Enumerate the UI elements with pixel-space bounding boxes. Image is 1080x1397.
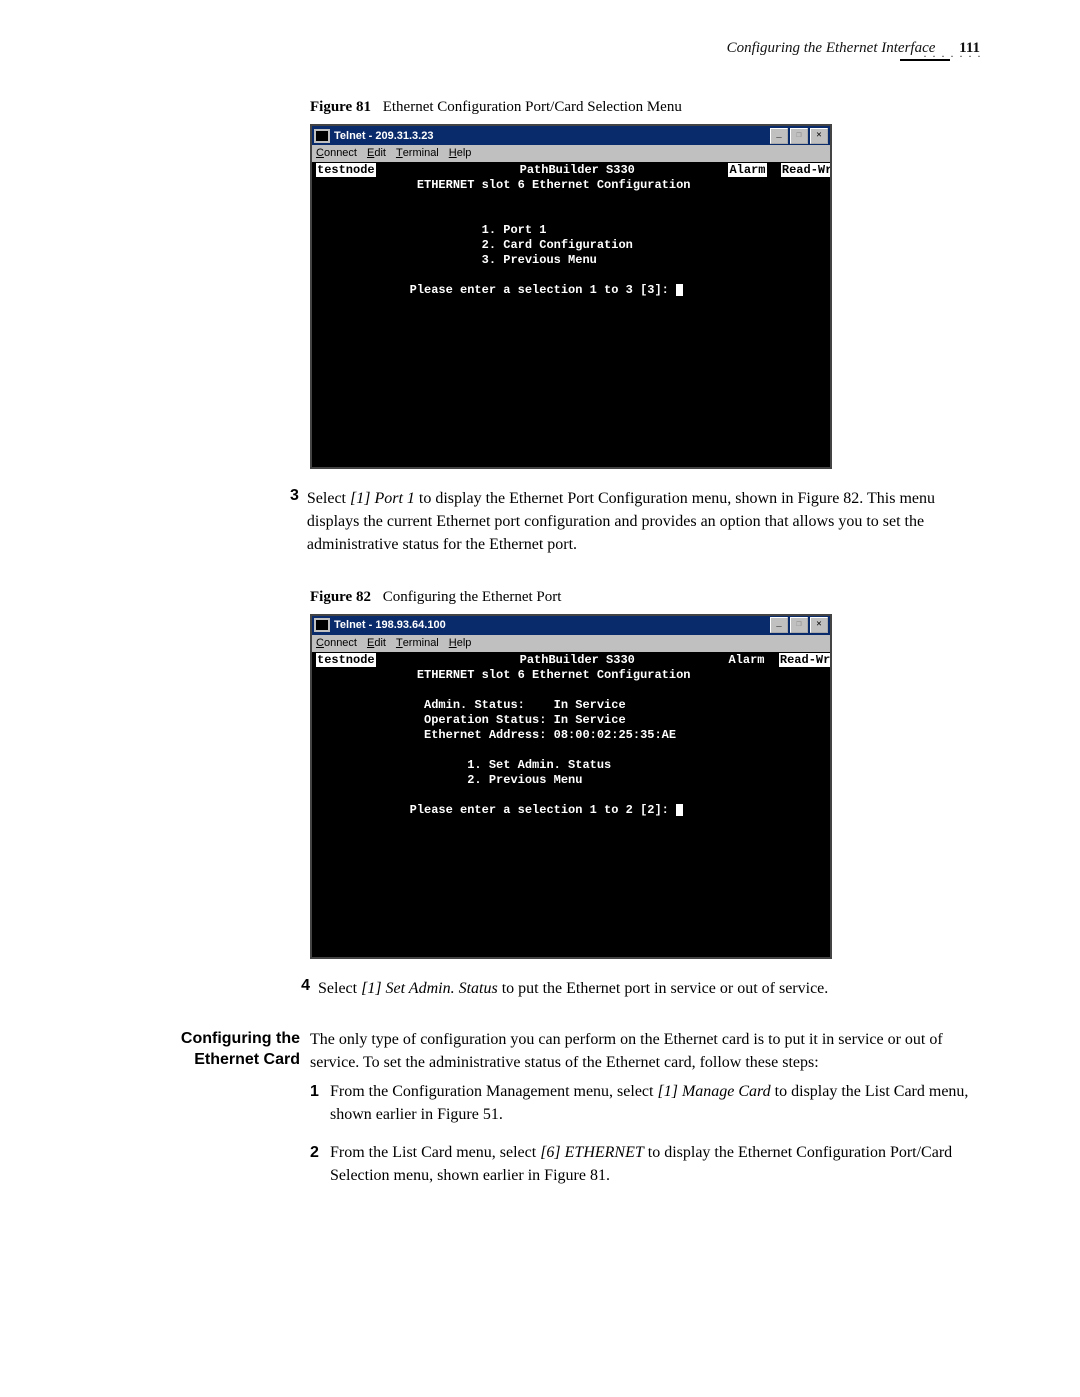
restore-button[interactable]: ❐: [790, 128, 808, 144]
sub1-option: [1] Manage Card: [657, 1083, 770, 1100]
mode-flag: Read-Write: [781, 163, 830, 177]
terminal-output[interactable]: testnode PathBuilder S330 Alarm Read-Wri…: [312, 162, 830, 467]
step-3: 3 Select [1] Port 1 to display the Ether…: [290, 487, 980, 567]
minimize-button[interactable]: _: [770, 617, 788, 633]
status-eth-addr: Ethernet Address: 08:00:02:25:35:AE: [424, 728, 676, 742]
menu-help[interactable]: Help: [449, 147, 472, 159]
section-configuring-ethernet-card: Configuring the Ethernet Card The only t…: [170, 1028, 980, 1195]
terminal-output[interactable]: testnode PathBuilder S330 Alarm Read-Wri…: [312, 652, 830, 957]
menu-connect[interactable]: Connect: [316, 147, 357, 159]
close-button[interactable]: ✕: [810, 128, 828, 144]
menu-connect[interactable]: Connect: [316, 637, 357, 649]
minimize-button[interactable]: _: [770, 128, 788, 144]
menubar[interactable]: Connect Edit Terminal Help: [312, 145, 830, 162]
step-text: Select [1] Port 1 to display the Etherne…: [307, 487, 980, 557]
menu-terminal[interactable]: Terminal: [396, 637, 439, 649]
step-4: 4 Select [1] Set Admin. Status to put th…: [290, 977, 980, 1010]
context-line: ETHERNET slot 6 Ethernet Configuration: [417, 668, 691, 682]
figure81-telnet-window: Telnet - 209.31.3.23 _ ❐ ✕ Connect Edit …: [310, 124, 832, 469]
menu-item-1: 1. Set Admin. Status: [467, 758, 611, 772]
menu-help[interactable]: Help: [449, 637, 472, 649]
titlebar-text: Telnet - 209.31.3.23: [334, 130, 768, 142]
header-dotted-icon: · · · · · · ·: [923, 49, 982, 64]
node-name: testnode: [316, 653, 376, 667]
system-menu-icon[interactable]: [314, 618, 330, 632]
figure82-caption-text: Configuring the Ethernet Port: [383, 589, 562, 605]
page-header: Configuring the Ethernet Interface 111 ·…: [170, 40, 980, 77]
menubar[interactable]: Connect Edit Terminal Help: [312, 635, 830, 652]
alarm-flag: Alarm: [728, 653, 764, 667]
figure82-caption: Figure 82 Configuring the Ethernet Port: [310, 589, 980, 606]
sub2-option: [6] ETHERNET: [540, 1144, 644, 1161]
header-section-title: Configuring the Ethernet Interface: [727, 40, 936, 56]
product-name: PathBuilder S330: [520, 163, 635, 177]
prompt: Please enter a selection 1 to 2 [2]:: [410, 803, 676, 817]
status-admin: Admin. Status: In Service: [424, 698, 626, 712]
figure82-telnet-window: Telnet - 198.93.64.100 _ ❐ ✕ Connect Edi…: [310, 614, 832, 959]
substep-2: 2 From the List Card menu, select [6] ET…: [310, 1141, 980, 1195]
prompt: Please enter a selection 1 to 3 [3]:: [410, 283, 676, 297]
menu-edit[interactable]: Edit: [367, 637, 386, 649]
node-name: testnode: [316, 163, 376, 177]
header-rule: · · · · · · ·: [170, 59, 980, 77]
section-heading: Configuring the Ethernet Card: [170, 1028, 300, 1195]
cursor-icon: [676, 804, 683, 816]
menu-terminal[interactable]: Terminal: [396, 147, 439, 159]
titlebar[interactable]: Telnet - 209.31.3.23 _ ❐ ✕: [312, 126, 830, 145]
window-controls: _ ❐ ✕: [768, 617, 828, 633]
step3-option: [1] Port 1: [350, 490, 415, 507]
menu-edit[interactable]: Edit: [367, 147, 386, 159]
menu-item-1: 1. Port 1: [482, 223, 547, 237]
menu-item-3: 3. Previous Menu: [482, 253, 597, 267]
product-name: PathBuilder S330: [520, 653, 635, 667]
close-button[interactable]: ✕: [810, 617, 828, 633]
figure82-label: Figure 82: [310, 589, 371, 605]
system-menu-icon[interactable]: [314, 129, 330, 143]
context-line: ETHERNET slot 6 Ethernet Configuration: [417, 178, 691, 192]
mode-flag: Read-Write: [779, 653, 830, 667]
restore-button[interactable]: ❐: [790, 617, 808, 633]
section-body: The only type of configuration you can p…: [310, 1028, 980, 1195]
titlebar[interactable]: Telnet - 198.93.64.100 _ ❐ ✕: [312, 616, 830, 635]
menu-item-2: 2. Card Configuration: [482, 238, 633, 252]
step-number: 4: [290, 977, 310, 1010]
page: Configuring the Ethernet Interface 111 ·…: [0, 0, 1080, 1255]
alarm-flag: Alarm: [728, 163, 766, 177]
status-operation: Operation Status: In Service: [424, 713, 626, 727]
window-controls: _ ❐ ✕: [768, 128, 828, 144]
cursor-icon: [676, 284, 683, 296]
substep-1: 1 From the Configuration Management menu…: [310, 1080, 980, 1134]
step-number: 3: [290, 487, 299, 567]
step-text: Select [1] Set Admin. Status to put the …: [318, 977, 828, 1000]
figure81-caption: Figure 81 Ethernet Configuration Port/Ca…: [310, 99, 980, 116]
menu-item-2: 2. Previous Menu: [467, 773, 582, 787]
figure81-caption-text: Ethernet Configuration Port/Card Selecti…: [383, 99, 682, 115]
titlebar-text: Telnet - 198.93.64.100: [334, 619, 768, 631]
step4-option: [1] Set Admin. Status: [361, 980, 498, 997]
figure81-label: Figure 81: [310, 99, 371, 115]
